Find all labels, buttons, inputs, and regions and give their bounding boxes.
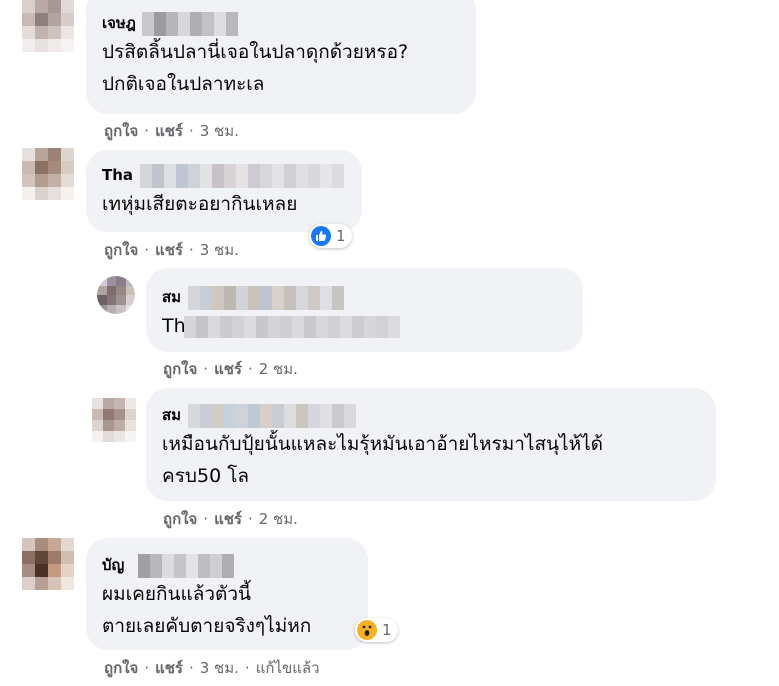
comment-actions: ถูกใจ · แชร์ · 3 ชม. · แก้ไขแล้ว xyxy=(104,659,320,677)
comment-actions: ถูกใจ · แชร์ · 3 ชม. xyxy=(104,241,239,259)
comment-text: ผมเคยกินแล้วตัวนี้ ตายเลยคับตายจริงๆไม่ห… xyxy=(102,583,312,637)
avatar[interactable] xyxy=(92,398,136,442)
comment-text: เหมือนกับปุ้ยนั้นแหละไมรุ้หมันเอาอ้ายไหร… xyxy=(162,433,603,487)
comment-author[interactable]: Tha xyxy=(102,164,346,188)
like-button[interactable]: ถูกใจ xyxy=(163,510,197,528)
reaction-summary[interactable]: 1 xyxy=(309,224,352,248)
comment-time[interactable]: 3 ชม. xyxy=(200,659,239,677)
comment-time[interactable]: 2 ชม. xyxy=(259,360,298,378)
share-button[interactable]: แชร์ xyxy=(155,122,183,140)
comment-text: Th on แกงก้ายังฉ้อ xyxy=(162,310,567,342)
wow-icon xyxy=(357,620,377,640)
comment-author[interactable]: สม xyxy=(162,286,567,310)
like-button[interactable]: ถูกใจ xyxy=(104,659,138,677)
avatar[interactable] xyxy=(22,148,74,200)
comment-author[interactable]: เจษฎ xyxy=(102,12,460,36)
comment-time[interactable]: 3 ชม. xyxy=(200,241,239,259)
comment-bubble: Tha เทหุ่มเสียตะอยากินเหลย xyxy=(86,150,362,232)
comment-time[interactable]: 2 ชม. xyxy=(259,510,298,528)
comment-time[interactable]: 3 ชม. xyxy=(200,122,239,140)
comment-text: ปรสิตลิ้นปลานี่เจอในปลาดุกด้วยหรอ? ปกติเ… xyxy=(102,41,409,95)
comment-bubble: บัญ ผมเคยกินแล้วตัวนี้ ตายเลยคับตายจริงๆ… xyxy=(86,538,368,650)
comment-bubble: สม Th on แกงก้ายังฉ้อ xyxy=(146,268,583,352)
share-button[interactable]: แชร์ xyxy=(155,241,183,259)
comment-text: เทหุ่มเสียตะอยากินเหลย xyxy=(102,193,298,215)
comment-author[interactable]: สม xyxy=(162,404,700,428)
comment-actions: ถูกใจ · แชร์ · 2 ชม. xyxy=(163,360,298,378)
like-button[interactable]: ถูกใจ xyxy=(104,241,138,259)
edited-label[interactable]: แก้ไขแล้ว xyxy=(256,659,320,677)
like-button[interactable]: ถูกใจ xyxy=(104,122,138,140)
share-button[interactable]: แชร์ xyxy=(155,659,183,677)
like-icon xyxy=(311,226,331,246)
comment-bubble: เจษฎ ปรสิตลิ้นปลานี่เจอในปลาดุกด้วยหรอ? … xyxy=(86,0,476,114)
reaction-summary[interactable]: 1 xyxy=(355,618,398,642)
reaction-count: 1 xyxy=(336,227,346,245)
avatar[interactable] xyxy=(22,0,74,52)
comment-author[interactable]: บัญ xyxy=(102,554,352,578)
like-button[interactable]: ถูกใจ xyxy=(163,360,197,378)
share-button[interactable]: แชร์ xyxy=(214,510,242,528)
reaction-count: 1 xyxy=(382,621,392,639)
share-button[interactable]: แชร์ xyxy=(214,360,242,378)
comment-actions: ถูกใจ · แชร์ · 3 ชม. xyxy=(104,122,239,140)
avatar[interactable] xyxy=(22,538,74,590)
comment-bubble: สม เหมือนกับปุ้ยนั้นแหละไมรุ้หมันเอาอ้าย… xyxy=(146,388,716,501)
comment-actions: ถูกใจ · แชร์ · 2 ชม. xyxy=(163,510,298,528)
avatar[interactable] xyxy=(97,276,135,314)
